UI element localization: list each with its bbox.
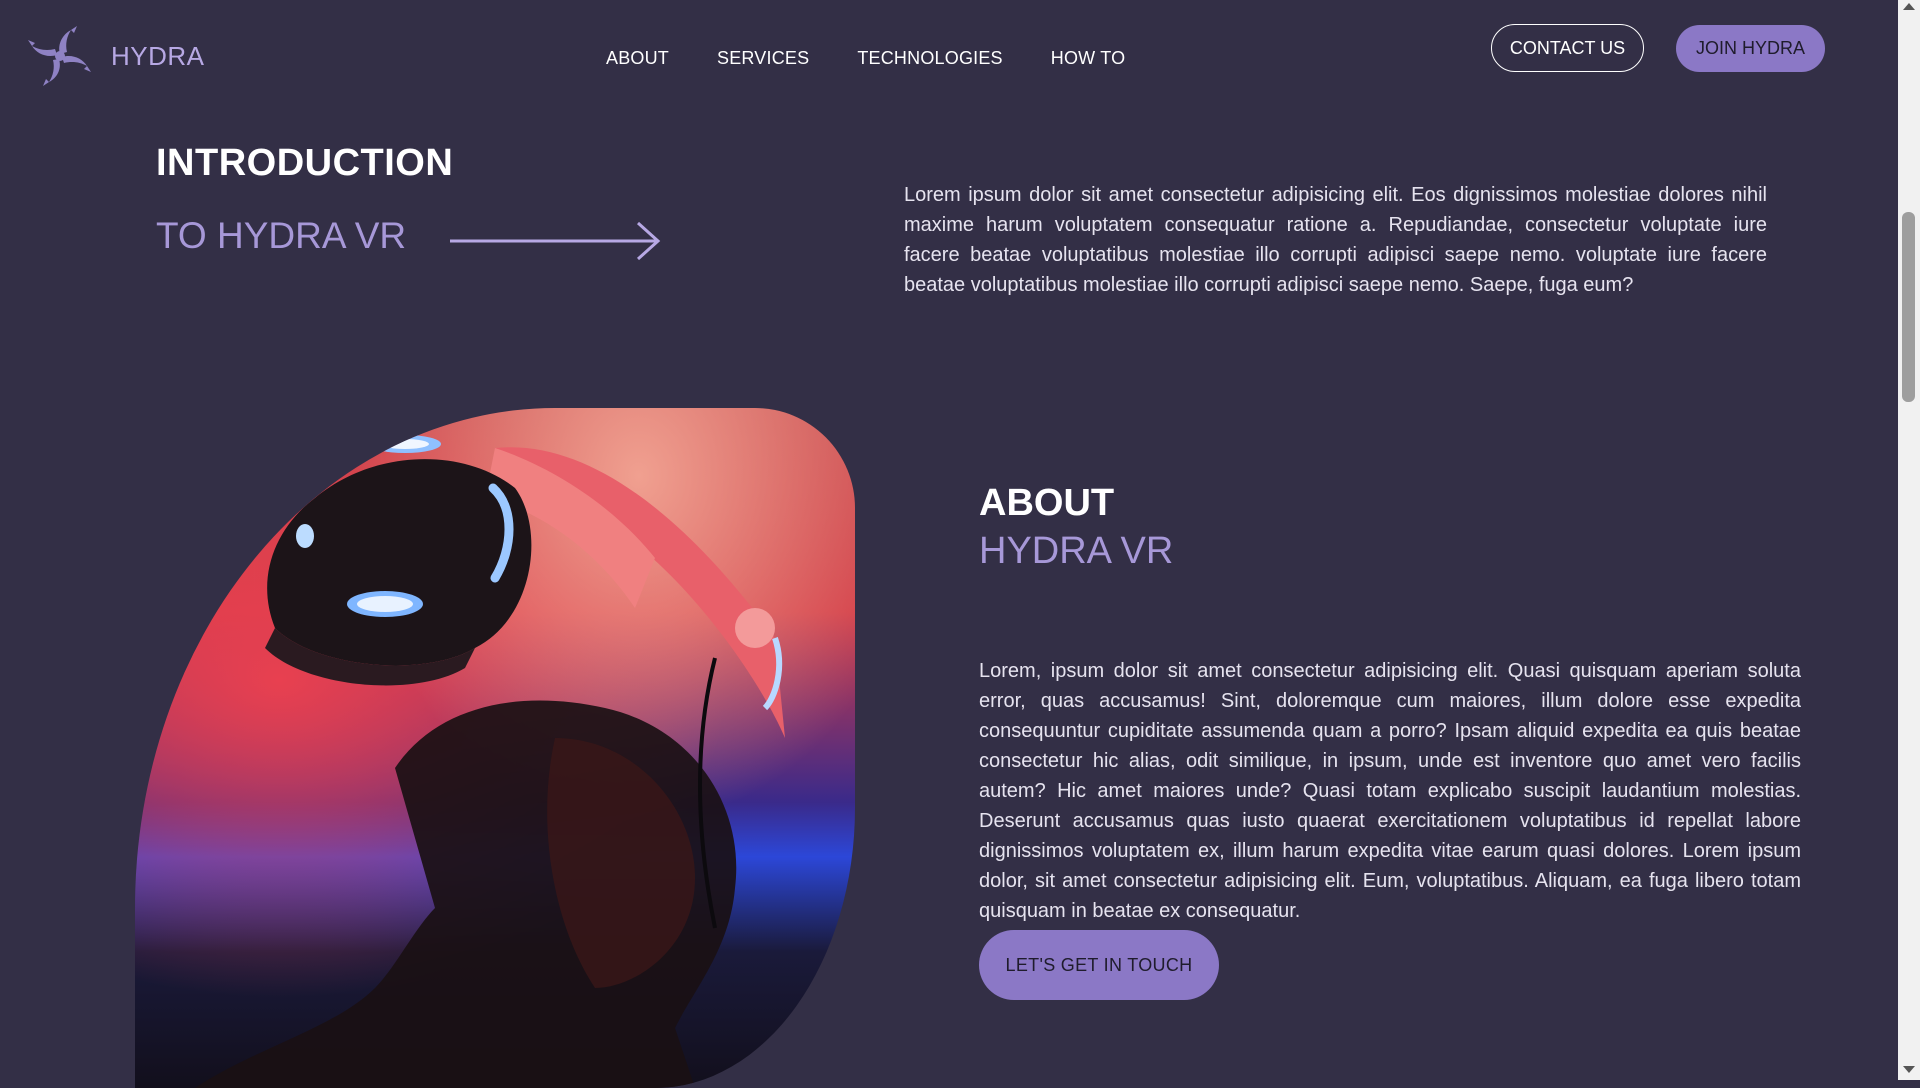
vr-headset-photo — [135, 408, 855, 1088]
scroll-up-arrow-icon[interactable] — [1903, 3, 1915, 10]
contact-us-button[interactable]: CONTACT US — [1491, 24, 1644, 72]
main-nav: ABOUT SERVICES TECHNOLOGIES HOW TO — [606, 48, 1125, 69]
brand-logo[interactable]: HYDRA — [27, 24, 205, 88]
intro-title: INTRODUCTION — [156, 142, 454, 184]
about-title: ABOUT — [979, 482, 1115, 524]
scrollbar-thumb[interactable] — [1902, 212, 1915, 402]
nav-link-how-to[interactable]: HOW TO — [1051, 48, 1126, 69]
join-hydra-button[interactable]: JOIN HYDRA — [1676, 25, 1825, 72]
nav-link-about[interactable]: ABOUT — [606, 48, 669, 69]
brand-name: HYDRA — [111, 40, 205, 71]
nav-link-technologies[interactable]: TECHNOLOGIES — [857, 48, 1002, 69]
intro-subtitle: TO HYDRA VR — [156, 215, 407, 256]
about-paragraph: Lorem, ipsum dolor sit amet consectetur … — [979, 660, 1801, 922]
arrow-right-icon — [450, 221, 661, 261]
nav-link-services[interactable]: SERVICES — [717, 48, 809, 69]
vertical-scrollbar[interactable] — [1898, 0, 1920, 1080]
intro-paragraph: Lorem ipsum dolor sit amet consectetur a… — [904, 184, 1767, 296]
get-in-touch-button[interactable]: LET'S GET IN TOUCH — [979, 930, 1219, 1000]
page: HYDRA ABOUT SERVICES TECHNOLOGIES HOW TO… — [0, 0, 1898, 1088]
scroll-down-arrow-icon[interactable] — [1903, 1066, 1915, 1073]
about-subtitle: HYDRA VR — [979, 530, 1174, 572]
hydra-swirl-icon — [28, 26, 91, 86]
